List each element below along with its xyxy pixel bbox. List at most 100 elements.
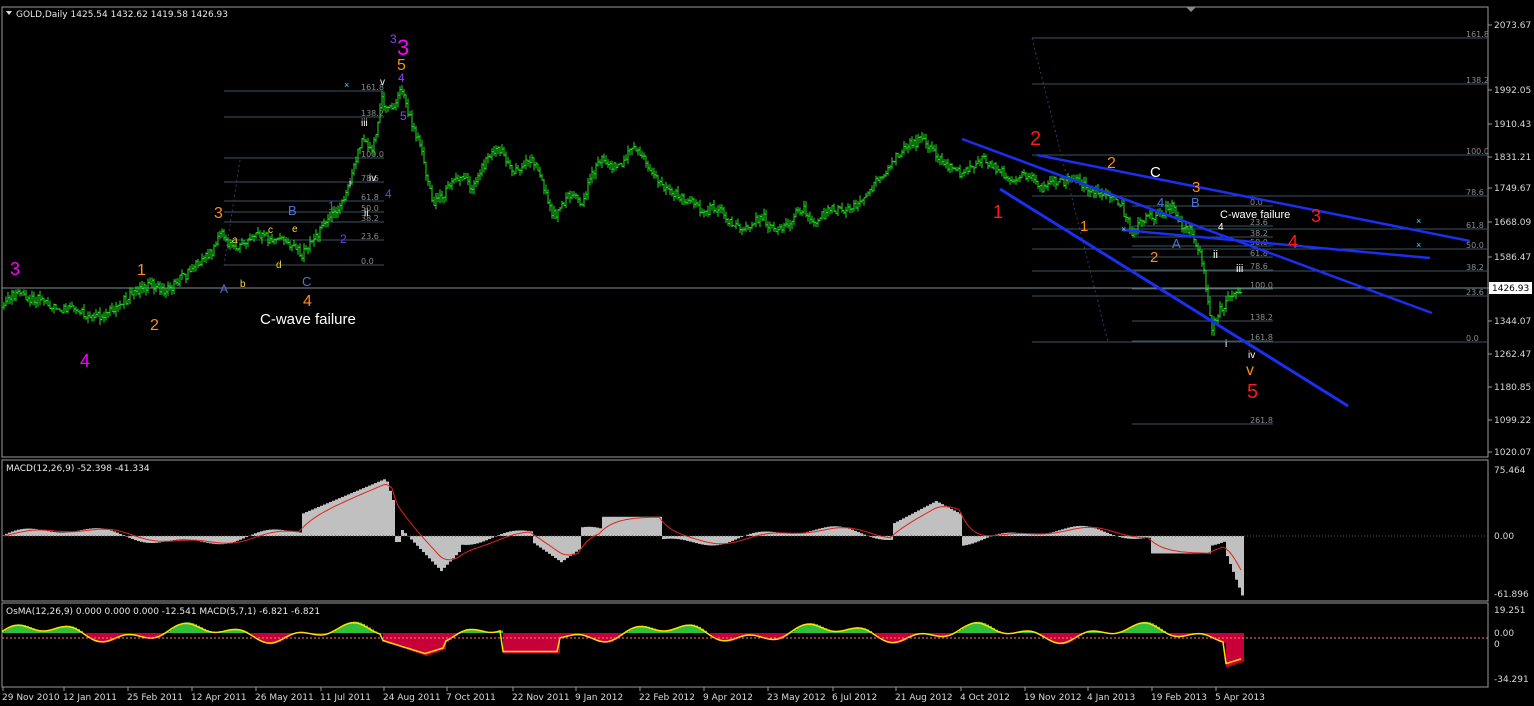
macd-histogram-bar xyxy=(458,536,461,553)
x-tick-label: 12 Jan 2011 xyxy=(63,693,117,703)
y-tick-label: 1668.09 xyxy=(1494,218,1531,228)
target-marker-icon: × xyxy=(1416,240,1421,250)
osma-histogram-bar xyxy=(413,633,416,652)
wave-label: v xyxy=(1246,362,1254,379)
macd-histogram-bar xyxy=(386,481,389,536)
macd-histogram-bar xyxy=(617,516,620,536)
macd-histogram-bar xyxy=(692,536,695,543)
macd-histogram-bar xyxy=(38,529,41,536)
fib-right-label: 161.8 xyxy=(1466,30,1489,39)
macd-histogram-bar xyxy=(1217,536,1220,544)
macd-histogram-bar xyxy=(926,505,929,536)
macd-histogram-bar xyxy=(320,505,323,536)
wave-label: 1 xyxy=(328,199,335,213)
macd-histogram-bar xyxy=(953,510,956,536)
macd-histogram-bar xyxy=(425,536,428,556)
macd-histogram-bar xyxy=(176,536,179,540)
osma-histogram-bar xyxy=(545,633,548,654)
wave-label: 4 xyxy=(1288,232,1298,252)
macd-histogram-bar xyxy=(1199,536,1202,554)
wave-label: 3 xyxy=(397,35,409,60)
macd-histogram-bar xyxy=(554,536,557,559)
macd-histogram-bar xyxy=(1091,527,1094,536)
macd-histogram-bar xyxy=(398,536,401,543)
fib-right-label: 38.2 xyxy=(1466,263,1484,272)
wave-label: a xyxy=(232,235,238,246)
macd-histogram-bar xyxy=(377,481,380,536)
x-tick-label: 23 May 2012 xyxy=(767,693,826,703)
x-tick-label: 4 Oct 2012 xyxy=(960,693,1010,703)
macd-histogram-bar xyxy=(704,536,707,546)
macd-histogram-bar xyxy=(908,515,911,536)
macd-histogram-bar xyxy=(641,516,644,536)
macd-histogram-bar xyxy=(230,536,233,543)
macd-histogram-bar xyxy=(185,536,188,540)
macd-histogram-bar xyxy=(506,532,509,536)
x-tick-label: 21 Aug 2012 xyxy=(895,693,953,703)
osma-histogram-bar xyxy=(533,633,536,654)
macd-histogram-bar xyxy=(515,530,518,536)
fib-mid-label: 261.8 xyxy=(1250,416,1273,425)
macd-histogram-bar xyxy=(1181,536,1184,554)
macd-histogram-bar xyxy=(824,527,827,536)
wave-label: A xyxy=(1172,236,1181,251)
osma-y-tick: -34.291 xyxy=(1494,675,1529,685)
y-tick-label: 2073.67 xyxy=(1494,21,1531,31)
macd-histogram-bar xyxy=(1214,536,1217,545)
macd-histogram-bar xyxy=(734,536,737,540)
trading-chart[interactable]: GOLD,Daily 1425.54 1432.62 1419.58 1426.… xyxy=(0,0,1534,706)
macd-histogram-bar xyxy=(113,531,116,536)
wave-label: i xyxy=(1225,339,1227,350)
fib-right-label: 50.0 xyxy=(1466,241,1484,250)
x-tick-label: 22 Feb 2012 xyxy=(639,693,695,703)
macd-histogram-bar xyxy=(1232,536,1235,572)
macd-histogram-bar xyxy=(1076,526,1079,536)
macd-histogram-bar xyxy=(1169,536,1172,554)
macd-histogram-bar xyxy=(68,532,71,536)
macd-histogram-bar xyxy=(317,506,320,536)
macd-histogram-bar xyxy=(428,536,431,559)
macd-histogram-bar xyxy=(56,532,59,536)
osma-histogram-bar xyxy=(416,633,419,653)
macd-histogram-bar xyxy=(569,536,572,556)
osma-histogram-bar xyxy=(530,633,533,654)
macd-histogram-bar xyxy=(1235,536,1238,580)
macd-histogram-bar xyxy=(446,536,449,565)
osma-y-tick: 0 xyxy=(1494,640,1500,650)
macd-histogram-bar xyxy=(527,530,530,536)
fib-right-label: 23.6 xyxy=(1466,288,1484,297)
macd-histogram-bar xyxy=(437,536,440,568)
wave-label: 3 xyxy=(214,205,223,222)
macd-histogram-bar xyxy=(173,536,176,541)
fib-right-label: 78.6 xyxy=(1466,188,1484,197)
macd-histogram-bar xyxy=(638,516,641,536)
fib-left-label: 0.0 xyxy=(361,257,374,266)
macd-histogram-bar xyxy=(977,536,980,542)
macd-histogram-bar xyxy=(830,526,833,536)
macd-histogram-bar xyxy=(707,536,710,546)
macd-histogram-bar xyxy=(410,536,413,540)
wave-label: 3 xyxy=(1311,206,1321,226)
macd-histogram-bar xyxy=(932,502,935,536)
y-tick-label: 1344.07 xyxy=(1494,317,1531,327)
osma-histogram-bar xyxy=(506,633,509,654)
wave-label: 4 xyxy=(1157,195,1164,210)
macd-histogram-bar xyxy=(944,505,947,536)
macd-histogram-bar xyxy=(1241,536,1244,596)
wave-label: 3 xyxy=(390,32,397,46)
macd-histogram-bar xyxy=(1073,526,1076,536)
macd-histogram-bar xyxy=(935,501,938,536)
macd-histogram-bar xyxy=(572,536,575,554)
macd-histogram-bar xyxy=(1205,536,1208,554)
macd-histogram-bar xyxy=(368,485,371,536)
macd-histogram-bar xyxy=(329,501,332,536)
macd-histogram-bar xyxy=(653,516,656,536)
fib-mid-label: 100.0 xyxy=(1250,281,1273,290)
x-tick-label: 9 Jan 2012 xyxy=(575,693,623,703)
osma-histogram-bar xyxy=(521,633,524,654)
fib-mid-label: 38.2 xyxy=(1250,229,1268,238)
macd-histogram-bar xyxy=(1094,528,1097,536)
y-tick-label: 1749.67 xyxy=(1494,184,1531,194)
wave-label: iii xyxy=(361,118,368,129)
macd-histogram-bar xyxy=(818,528,821,536)
